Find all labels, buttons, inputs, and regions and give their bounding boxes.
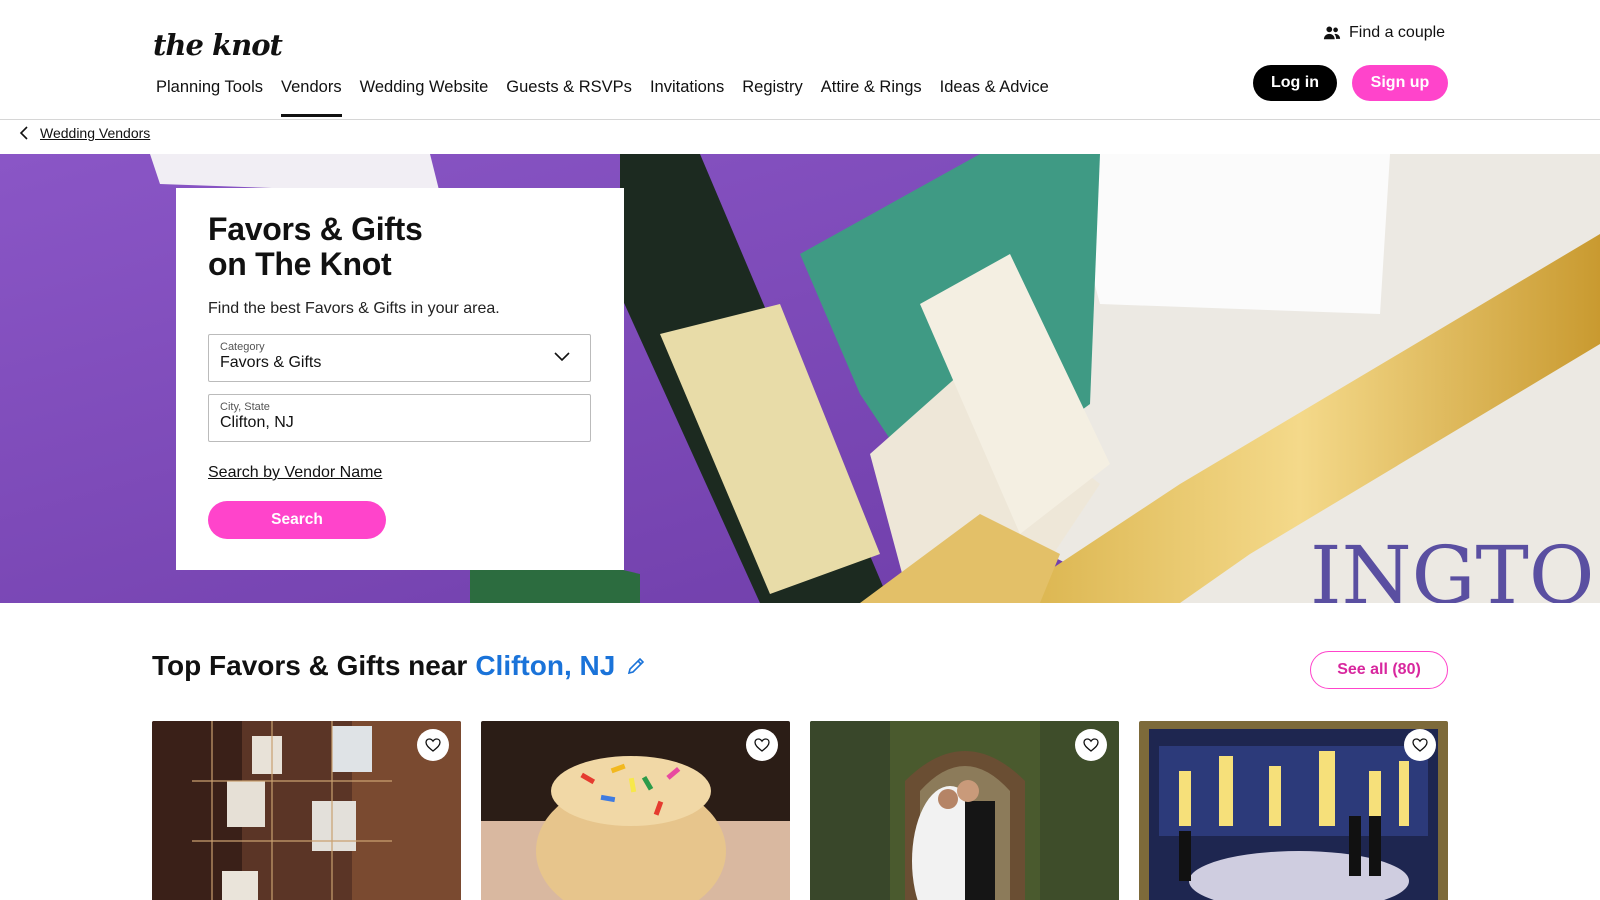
category-select[interactable]: Category Favors & Gifts bbox=[208, 334, 591, 382]
search-by-vendor-name-link[interactable]: Search by Vendor Name bbox=[208, 464, 382, 482]
vendor-photo bbox=[1139, 721, 1448, 900]
category-value: Favors & Gifts bbox=[220, 354, 322, 371]
signup-button[interactable]: Sign up bbox=[1352, 65, 1448, 101]
vendor-photo bbox=[481, 721, 790, 900]
see-all-button[interactable]: See all (80) bbox=[1310, 651, 1448, 689]
vendor-card[interactable] bbox=[481, 721, 790, 900]
nav-guests-rsvps[interactable]: Guests & RSVPs bbox=[497, 78, 641, 117]
nav-vendors[interactable]: Vendors bbox=[272, 78, 351, 117]
nav-registry[interactable]: Registry bbox=[733, 78, 812, 117]
the-knot-logo[interactable]: the knot bbox=[153, 28, 283, 62]
main-nav: Planning Tools Vendors Wedding Website G… bbox=[153, 78, 1058, 117]
city-state-field[interactable]: City, State Clifton, NJ bbox=[208, 394, 591, 442]
section-title: Top Favors & Gifts near Clifton, NJ bbox=[152, 650, 647, 682]
search-card-subtitle: Find the best Favors & Gifts in your are… bbox=[208, 300, 500, 317]
heart-icon bbox=[1412, 738, 1428, 752]
pencil-edit-icon[interactable] bbox=[625, 655, 647, 677]
search-card-title: Favors & Gifts on The Knot bbox=[208, 212, 592, 282]
search-card-title-line1: Favors & Gifts bbox=[208, 211, 423, 247]
people-icon bbox=[1323, 26, 1341, 40]
nav-ideas-advice[interactable]: Ideas & Advice bbox=[931, 78, 1058, 117]
nav-invitations[interactable]: Invitations bbox=[641, 78, 733, 117]
heart-icon bbox=[425, 738, 441, 752]
section-title-text: Top Favors & Gifts near bbox=[152, 650, 468, 681]
favorite-button[interactable] bbox=[1075, 729, 1107, 761]
search-card-title-line2: on The Knot bbox=[208, 246, 392, 282]
city-state-label: City, State bbox=[220, 401, 270, 413]
vendor-photo bbox=[152, 721, 461, 900]
search-button[interactable]: Search bbox=[208, 501, 386, 539]
favorite-button[interactable] bbox=[746, 729, 778, 761]
favorite-button[interactable] bbox=[1404, 729, 1436, 761]
vendor-photo bbox=[810, 721, 1119, 900]
find-a-couple-label: Find a couple bbox=[1349, 24, 1446, 41]
breadcrumb-wedding-vendors-link[interactable]: Wedding Vendors bbox=[40, 125, 150, 141]
hero-banner: INGTO Favors & Gifts on The Knot Find th… bbox=[0, 154, 1600, 603]
site-header: the knot Find a couple Planning Tools Ve… bbox=[0, 0, 1600, 120]
vendor-card[interactable] bbox=[152, 721, 461, 900]
chevron-left-icon[interactable] bbox=[18, 126, 30, 140]
login-button[interactable]: Log in bbox=[1253, 65, 1337, 101]
breadcrumb: Wedding Vendors bbox=[18, 125, 150, 141]
vendor-search-card: Favors & Gifts on The Knot Find the best… bbox=[176, 188, 624, 570]
vendor-card[interactable] bbox=[810, 721, 1119, 900]
vendor-card[interactable] bbox=[1139, 721, 1448, 900]
section-location-link[interactable]: Clifton, NJ bbox=[475, 650, 615, 682]
nav-planning-tools[interactable]: Planning Tools bbox=[153, 78, 272, 117]
city-state-value: Clifton, NJ bbox=[220, 414, 294, 431]
favorite-button[interactable] bbox=[417, 729, 449, 761]
find-a-couple-link[interactable]: Find a couple bbox=[1323, 24, 1445, 42]
nav-attire-rings[interactable]: Attire & Rings bbox=[812, 78, 931, 117]
heart-icon bbox=[1083, 738, 1099, 752]
category-label: Category bbox=[220, 341, 265, 353]
heart-icon bbox=[754, 738, 770, 752]
nav-wedding-website[interactable]: Wedding Website bbox=[351, 78, 498, 117]
vendor-card-list bbox=[152, 721, 1448, 900]
svg-text:INGTO: INGTO bbox=[1310, 529, 1594, 603]
chevron-down-icon bbox=[554, 352, 570, 362]
